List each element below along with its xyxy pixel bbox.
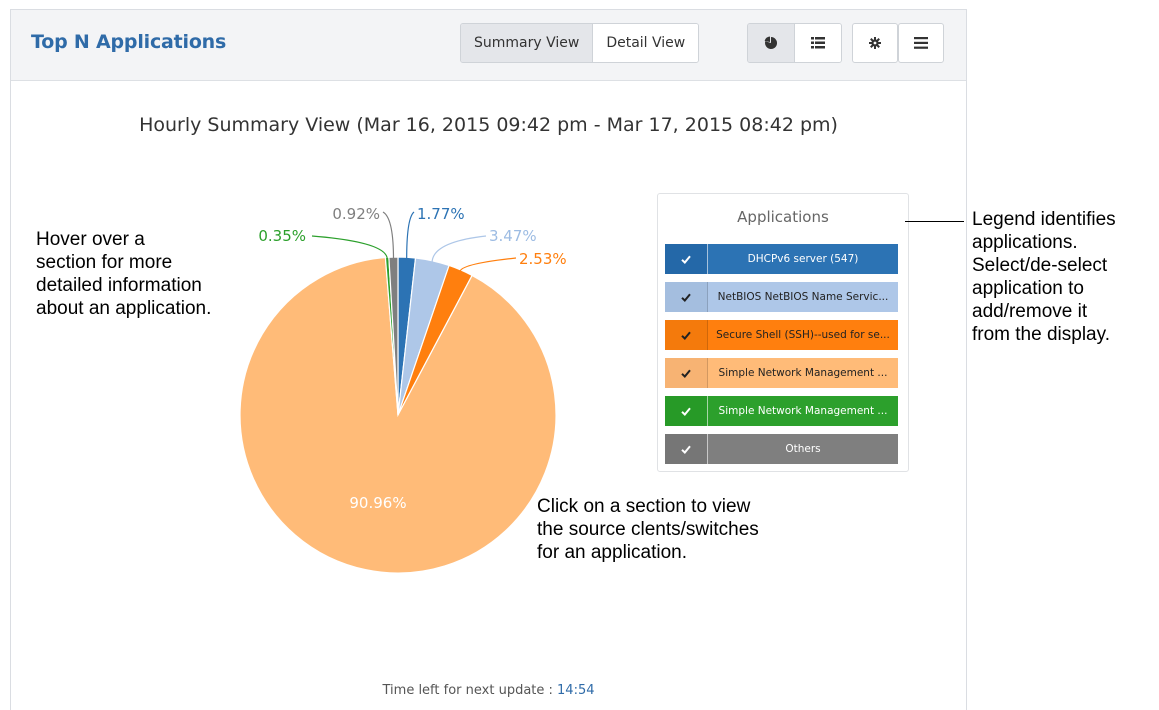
annotation-line: from the display.	[972, 324, 1110, 345]
slice-percent-label: 0.92%	[332, 205, 380, 223]
annotation-line: Hover over a	[36, 229, 145, 250]
legend-annotation: Legend identifies applications. Select/d…	[972, 208, 1116, 346]
slice-leader-line	[311, 235, 388, 260]
annotation-line: Legend identifies	[972, 209, 1116, 230]
slice-percent-label: 3.47%	[489, 227, 537, 245]
annotation-line: Click on a section to view	[537, 496, 751, 517]
slice-leader-line	[431, 235, 487, 263]
annotation-line: detailed information	[36, 275, 202, 296]
annotation-line: Select/de-select	[972, 255, 1108, 276]
slice-leader-line	[382, 211, 395, 260]
slice-leader-line	[406, 211, 415, 260]
pie-chart: 1.77% 3.47% 2.53% 90.96% 0.35% 0.92%	[239, 205, 567, 574]
slice-percent-label: 1.77%	[417, 205, 465, 223]
annotation-line: about an application.	[36, 298, 212, 319]
slice-percent-label: 2.53%	[519, 250, 567, 268]
hover-annotation: Hover over a section for more detailed i…	[36, 228, 211, 320]
slice-percent-label: 90.96%	[349, 494, 406, 512]
annotation-line: for an application.	[537, 542, 687, 563]
annotation-line: the source clents/switches	[537, 519, 759, 540]
slice-percent-label: 0.35%	[258, 227, 306, 245]
annotation-line: applications.	[972, 232, 1078, 253]
slice-leader-line	[459, 257, 517, 273]
annotation-line: application to	[972, 278, 1084, 299]
legend-leader-line	[905, 221, 964, 222]
annotation-line: section for more	[36, 252, 173, 273]
annotation-line: add/remove it	[972, 301, 1088, 322]
click-annotation: Click on a section to view the source cl…	[537, 495, 759, 564]
